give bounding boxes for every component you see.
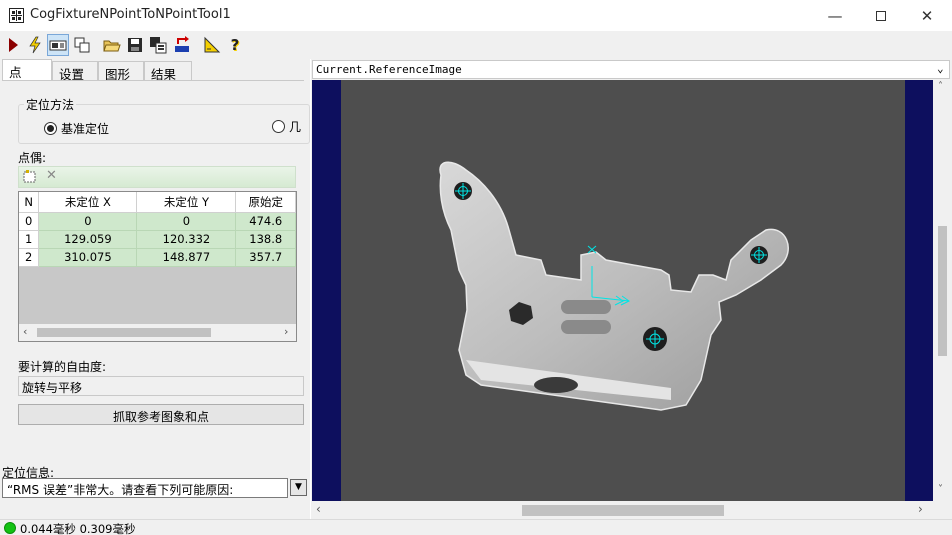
minimize-button[interactable]: — (812, 0, 858, 31)
scroll-up-icon[interactable]: ˄ (938, 81, 943, 92)
scroll-left-icon[interactable]: ‹ (23, 325, 27, 338)
tab-settings[interactable]: 设置 (52, 61, 98, 82)
ruler-icon (204, 36, 221, 53)
scroll-right-icon[interactable]: › (918, 502, 923, 516)
radio-geometric[interactable]: 几 (272, 118, 301, 135)
reset-button[interactable] (171, 34, 193, 56)
column-header[interactable]: 原始定 (235, 192, 296, 213)
lightning-icon (29, 36, 41, 54)
table-cell[interactable]: 310.075 (38, 248, 138, 267)
chevron-down-icon: ⌄ (937, 62, 944, 75)
delete-icon: ✕ (46, 168, 57, 183)
info-field[interactable]: “RMS 误差”非常大。请查看下列可能原因: (2, 478, 288, 498)
reset-icon (175, 36, 189, 52)
delete-pair-button[interactable]: ✕ (46, 168, 57, 183)
table-row[interactable]: 2 310.075 148.877 357.7 (19, 248, 296, 267)
status-bar (0, 519, 952, 535)
minimize-icon: — (827, 6, 843, 25)
chevron-down-icon: ▼ (295, 482, 302, 492)
display-button[interactable] (47, 34, 69, 56)
save-icon (128, 38, 142, 52)
point-marker[interactable] (454, 182, 472, 200)
scroll-thumb[interactable] (522, 505, 724, 516)
image-vertical-scrollbar[interactable]: ˄ ˅ (934, 80, 951, 501)
info-dropdown-button[interactable]: ▼ (290, 479, 307, 496)
radio-label: 基准定位 (61, 122, 110, 136)
point-marker[interactable] (643, 327, 667, 351)
scroll-right-icon[interactable]: › (284, 325, 288, 338)
row-index: 0 (19, 212, 40, 231)
status-text: 0.044毫秒 0.309毫秒 (20, 522, 136, 535)
window-title: CogFixtureNPointToNPointTool1 (30, 7, 231, 22)
windows-icon (74, 37, 90, 53)
scroll-thumb[interactable] (938, 226, 947, 356)
status-ok-icon (4, 522, 16, 534)
column-header[interactable]: N (19, 192, 40, 213)
maximize-icon (876, 10, 886, 21)
column-header[interactable]: 未定位 Y (136, 192, 237, 213)
table-cell[interactable]: 120.332 (136, 230, 237, 249)
grid-horizontal-scrollbar[interactable]: ‹ › (19, 324, 296, 341)
pairs-table: N 未定位 X 未定位 Y 原始定 0 0 0 474.6 1 129.059 … (19, 192, 296, 267)
close-button[interactable]: ✕ (904, 0, 950, 31)
pairs-toolbar: ✕ (18, 166, 296, 188)
pairs-label: 点偶: (18, 151, 47, 165)
table-cell[interactable]: 0 (38, 212, 138, 231)
row-index: 2 (19, 248, 40, 267)
tab-label: 点 (9, 65, 22, 80)
add-pair-button[interactable] (23, 170, 37, 187)
radio-fixture[interactable]: 基准定位 (44, 120, 109, 137)
tab-results[interactable]: 结果 (144, 61, 192, 82)
table-row[interactable]: 1 129.059 120.332 138.8 (19, 230, 296, 249)
table-cell[interactable]: 148.877 (136, 248, 237, 267)
image-select-value: Current.ReferenceImage (316, 63, 462, 76)
properties-button[interactable] (201, 34, 223, 56)
run-button[interactable] (2, 34, 24, 56)
table-row[interactable]: 0 0 0 474.6 (19, 212, 296, 231)
help-icon: ? (230, 36, 240, 54)
play-icon (9, 38, 18, 52)
table-cell[interactable]: 0 (136, 212, 237, 231)
scroll-down-icon[interactable]: ˅ (938, 484, 943, 495)
table-cell[interactable]: 357.7 (235, 248, 296, 267)
table-cell[interactable]: 129.059 (38, 230, 138, 249)
open-button[interactable] (101, 34, 123, 56)
radio-label: 几 (289, 120, 302, 134)
scroll-thumb[interactable] (37, 328, 211, 337)
table-cell[interactable]: 138.8 (235, 230, 296, 249)
reference-image[interactable] (341, 80, 905, 501)
dof-label: 要计算的自由度: (18, 360, 107, 374)
image-select[interactable]: Current.ReferenceImage ⌄ (312, 60, 950, 79)
close-icon: ✕ (920, 6, 934, 25)
table-cell[interactable]: 474.6 (235, 212, 296, 231)
save-settings-icon (150, 37, 167, 54)
open-folder-icon (103, 40, 121, 52)
dof-select[interactable]: 旋转与平移 (18, 376, 304, 396)
help-button[interactable]: ? (224, 34, 246, 56)
app-icon (9, 8, 24, 23)
radio-empty-icon (272, 120, 285, 133)
locate-group-label: 定位方法 (24, 96, 77, 113)
maximize-button[interactable] (858, 0, 904, 31)
panel-icon (49, 40, 67, 51)
dof-value: 旋转与平移 (22, 381, 83, 395)
column-header[interactable]: 未定位 X (38, 192, 138, 213)
add-row-icon (23, 170, 36, 183)
tab-points[interactable]: 点 (2, 59, 52, 81)
row-index: 1 (19, 230, 40, 249)
radio-selected-icon (44, 122, 57, 135)
point-marker[interactable] (750, 246, 768, 264)
pairs-grid[interactable]: N 未定位 X 未定位 Y 原始定 0 0 0 474.6 1 129.059 … (18, 191, 297, 342)
float-button[interactable] (71, 34, 93, 56)
save-button[interactable] (124, 34, 146, 56)
electric-button[interactable] (24, 34, 46, 56)
tab-graphics[interactable]: 图形 (98, 61, 144, 82)
grab-reference-button[interactable]: 抓取参考图象和点 (18, 404, 304, 425)
scroll-left-icon[interactable]: ‹ (316, 502, 321, 516)
save-settings-button[interactable] (147, 34, 169, 56)
image-horizontal-scrollbar[interactable]: ‹ › (312, 502, 933, 519)
